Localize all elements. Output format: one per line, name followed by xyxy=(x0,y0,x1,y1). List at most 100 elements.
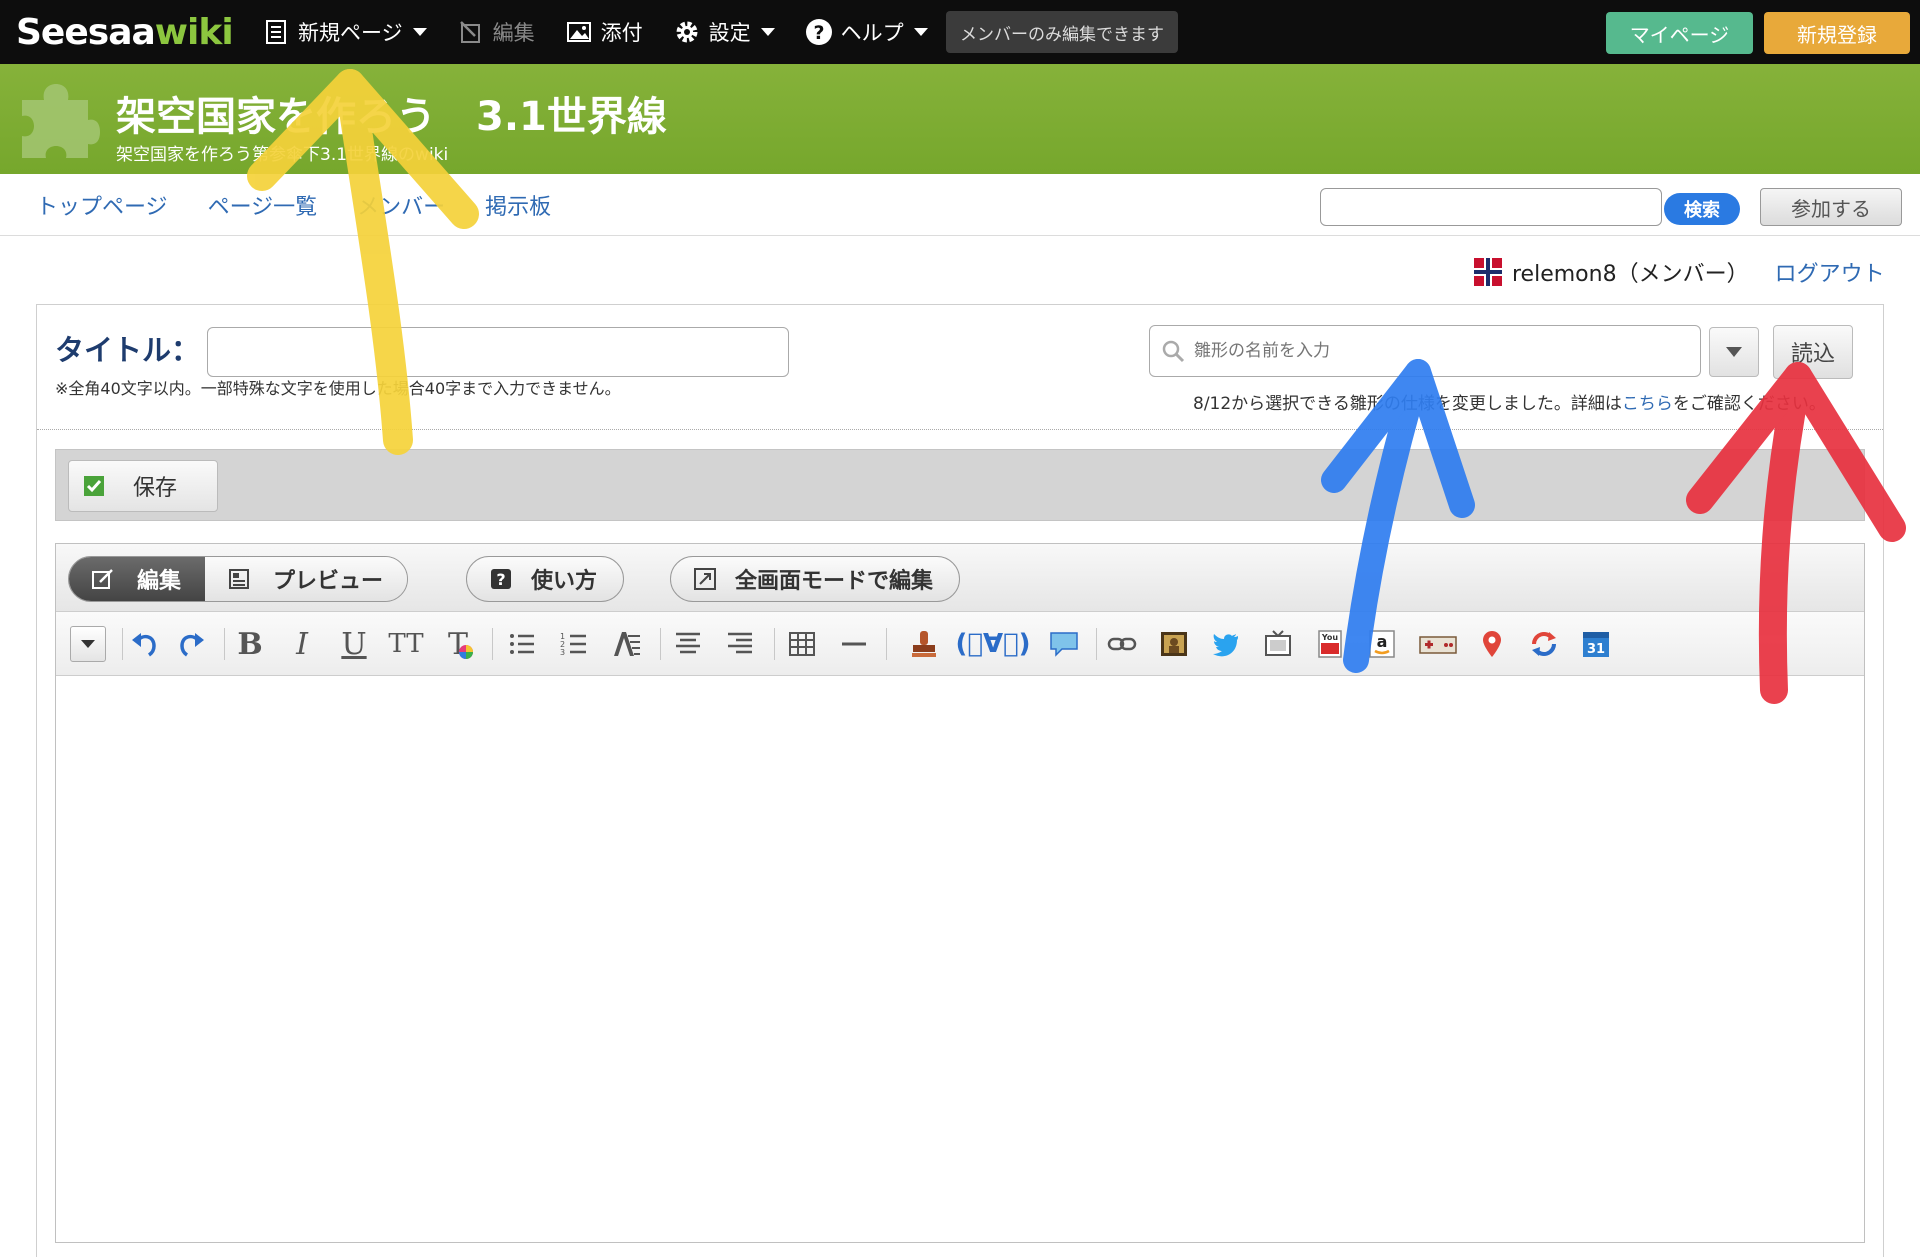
template-note-text: 8/12から選択できる雛形の仕様を変更しました。詳細は xyxy=(1193,394,1622,414)
nav-page-list[interactable]: ページ一覧 xyxy=(208,189,318,221)
help-menu[interactable]: ? ヘルプ xyxy=(805,17,928,47)
join-button[interactable]: 参加する xyxy=(1760,188,1902,226)
heading-button[interactable] xyxy=(608,626,644,662)
horizontal-rule-button[interactable] xyxy=(836,626,872,662)
link-button[interactable] xyxy=(1104,626,1140,662)
template-search-field[interactable] xyxy=(1149,325,1701,377)
wiki-editor: 編集 プレビュー ? 使い方 全画面モードで編集 B I U TT T 1 2 … xyxy=(55,543,1865,1243)
nav-members[interactable]: メンバー xyxy=(357,189,445,221)
font-size-button[interactable]: TT xyxy=(388,626,424,662)
title-label: タイトル： xyxy=(55,333,201,367)
divider xyxy=(37,429,1883,430)
attach-label: 添付 xyxy=(600,21,643,45)
new-page-label: 新規ページ xyxy=(298,21,403,45)
template-dropdown-button[interactable] xyxy=(1709,327,1759,377)
chevron-down-icon xyxy=(1726,347,1742,357)
search-button[interactable]: 検索 xyxy=(1664,193,1740,225)
horizontal-rule-icon xyxy=(842,642,866,646)
italic-button[interactable]: I xyxy=(284,626,320,662)
underline-button[interactable]: U xyxy=(336,626,372,662)
table-button[interactable] xyxy=(784,626,820,662)
seesaa-wiki-logo[interactable]: Seesaa wiki xyxy=(16,10,234,54)
format-dropdown[interactable] xyxy=(70,626,106,662)
site-title[interactable]: 架空国家を作ろう 3.1世界線 xyxy=(116,84,667,142)
nav-board[interactable]: 掲示板 xyxy=(485,189,551,221)
comment-button[interactable] xyxy=(1046,626,1082,662)
logo-text-seesaa: Seesaa xyxy=(16,11,156,53)
video-button[interactable] xyxy=(1260,626,1296,662)
editor-textarea[interactable] xyxy=(56,676,1864,1242)
redo-button[interactable] xyxy=(174,626,210,662)
register-button[interactable]: 新規登録 xyxy=(1764,12,1910,54)
image-button[interactable] xyxy=(1156,626,1192,662)
numbered-list-button[interactable]: 123 xyxy=(556,626,592,662)
game-controller-icon xyxy=(1419,636,1457,654)
chevron-down-icon xyxy=(412,28,427,36)
new-page-menu[interactable]: 新規ページ xyxy=(262,17,427,47)
top-navigation: 新規ページ 編集 添付 設定 ? ヘルプ xyxy=(262,0,958,64)
question-icon: ? xyxy=(491,569,511,589)
bold-button[interactable]: B xyxy=(232,626,268,662)
editor-mode-bar: 編集 プレビュー ? 使い方 全画面モードで編集 xyxy=(56,544,1864,612)
emoticon-button[interactable]: (ﾟ∀ﾟ) xyxy=(955,626,1030,662)
search-icon xyxy=(1162,340,1185,363)
svg-text:31: 31 xyxy=(1587,642,1605,657)
tab-preview[interactable]: プレビュー xyxy=(205,557,408,601)
nav-top-page[interactable]: トップページ xyxy=(36,189,168,221)
edit-menu[interactable]: 編集 xyxy=(457,17,535,47)
stamp-button[interactable] xyxy=(906,626,942,662)
tv-icon xyxy=(1265,630,1291,656)
help-label: ヘルプ xyxy=(840,21,904,45)
save-label: 保存 xyxy=(133,476,178,501)
table-icon xyxy=(789,632,815,656)
undo-button[interactable] xyxy=(126,626,162,662)
toolbar-separator xyxy=(774,628,775,660)
align-center-button[interactable] xyxy=(670,626,706,662)
edit-label: 編集 xyxy=(492,21,535,45)
mode-toggle: 編集 プレビュー xyxy=(68,556,409,602)
settings-menu[interactable]: 設定 xyxy=(673,17,775,47)
site-links: トップページ ページ一覧 メンバー 掲示板 xyxy=(36,174,591,236)
username[interactable]: relemon8（メンバー） xyxy=(1512,256,1749,288)
page-icon xyxy=(266,20,286,44)
toolbar-separator xyxy=(660,628,661,660)
tab-edit-label: 編集 xyxy=(137,569,182,594)
toolbar-separator xyxy=(886,628,887,660)
picture-icon xyxy=(1161,632,1187,656)
template-note: 8/12から選択できる雛形の仕様を変更しました。詳細はこちらをご確認ください。 xyxy=(1193,389,1826,414)
calendar-icon: 31 xyxy=(1583,632,1609,657)
align-right-button[interactable] xyxy=(722,626,758,662)
refresh-icon xyxy=(1532,632,1556,656)
font-color-button[interactable]: T xyxy=(440,626,476,662)
fullscreen-edit-button[interactable]: 全画面モードで編集 xyxy=(670,556,961,602)
template-load-button[interactable]: 読込 xyxy=(1773,325,1853,379)
tab-edit[interactable]: 編集 xyxy=(69,557,206,601)
youtube-button[interactable]: You xyxy=(1312,626,1348,662)
twitter-bird-icon xyxy=(1213,634,1238,657)
calendar-button[interactable]: 31 xyxy=(1578,626,1614,662)
checkbox-icon xyxy=(84,476,104,496)
save-button[interactable]: 保存 xyxy=(68,460,218,512)
template-name-input[interactable] xyxy=(1194,341,1684,361)
svg-text:You: You xyxy=(1321,633,1339,642)
howto-label: 使い方 xyxy=(531,569,598,594)
refresh-button[interactable] xyxy=(1526,626,1562,662)
svg-text:?: ? xyxy=(813,22,824,44)
toolbar-separator xyxy=(1096,628,1097,660)
logout-link[interactable]: ログアウト xyxy=(1775,256,1885,288)
redo-icon xyxy=(180,633,204,657)
twitter-button[interactable] xyxy=(1208,626,1244,662)
page-title-input[interactable] xyxy=(207,327,789,377)
attach-menu[interactable]: 添付 xyxy=(565,17,643,47)
heading-icon xyxy=(614,632,640,656)
numbered-list-icon: 123 xyxy=(560,632,586,657)
editor-toolbar: B I U TT T 123 (ﾟ∀ﾟ) You a 31 xyxy=(56,612,1864,676)
howto-button[interactable]: ? 使い方 xyxy=(466,556,625,602)
game-button[interactable] xyxy=(1416,626,1460,662)
bullet-list-button[interactable] xyxy=(504,626,540,662)
site-search-input[interactable] xyxy=(1320,188,1662,226)
map-button[interactable] xyxy=(1474,626,1510,662)
amazon-button[interactable]: a xyxy=(1364,626,1400,662)
mypage-button[interactable]: マイページ xyxy=(1606,12,1753,54)
template-note-link[interactable]: こちら xyxy=(1622,394,1673,414)
